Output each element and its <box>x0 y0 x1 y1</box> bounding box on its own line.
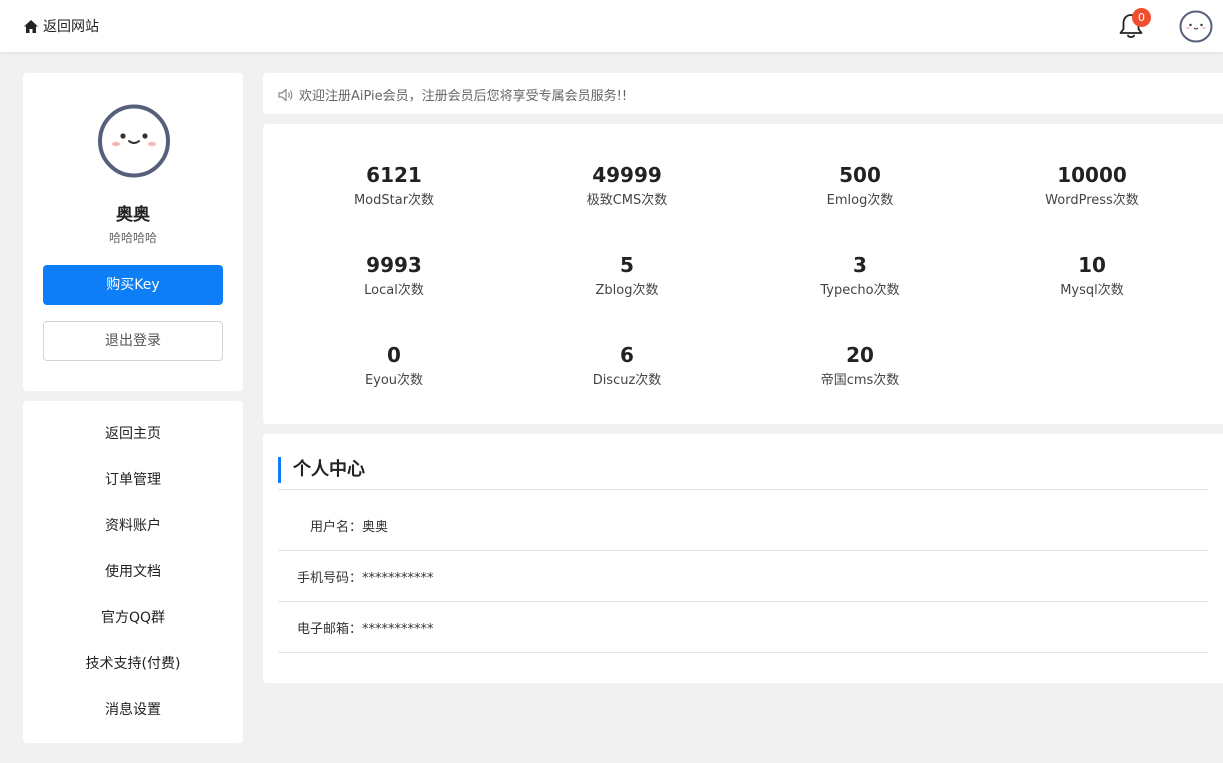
field-phone: 手机号码：*********** <box>278 567 1208 586</box>
field-value: *********** <box>362 571 434 586</box>
menu-item-tech-support[interactable]: 技术支持(付费) <box>23 652 243 676</box>
notice-bar: 欢迎注册AiPie会员，注册会员后您将享受专属会员服务!! <box>263 73 1223 114</box>
menu-item-docs[interactable]: 使用文档 <box>23 560 243 584</box>
stat-label: ModStar次数 <box>353 193 435 208</box>
notice-text: 欢迎注册AiPie会员，注册会员后您将享受专属会员服务!! <box>299 89 628 104</box>
stat-local: 9993 Local次数 <box>278 252 510 298</box>
stat-jizhi-cms: 49999 极致CMS次数 <box>511 162 743 208</box>
stat-emlog: 500 Emlog次数 <box>744 162 976 208</box>
stat-value: 10 <box>1078 253 1106 277</box>
stat-value: 0 <box>387 343 401 367</box>
usage-stats-card: 6121 ModStar次数 49999 极致CMS次数 500 Emlog次数… <box>263 124 1223 424</box>
stat-value: 6121 <box>366 163 422 187</box>
field-label: 手机号码： <box>296 571 362 586</box>
field-value: *********** <box>362 622 434 637</box>
menu-item-orders[interactable]: 订单管理 <box>23 468 243 492</box>
stat-typecho: 3 Typecho次数 <box>744 252 976 298</box>
profile-card: 奥奥 哈哈哈哈 购买Key 退出登录 <box>23 73 243 391</box>
stat-value: 10000 <box>1057 163 1127 187</box>
stat-eyou: 0 Eyou次数 <box>278 342 510 388</box>
stat-value: 20 <box>846 343 874 367</box>
field-value: 奥奥 <box>362 520 389 535</box>
stat-wordpress: 10000 WordPress次数 <box>976 162 1208 208</box>
stat-label: Local次数 <box>364 283 424 298</box>
user-avatar-icon[interactable] <box>1179 9 1213 43</box>
speaker-icon <box>278 88 293 101</box>
stat-zblog: 5 Zblog次数 <box>511 252 743 298</box>
logout-button[interactable]: 退出登录 <box>43 321 223 361</box>
stat-label: Discuz次数 <box>592 373 662 388</box>
field-label: 用户名： <box>309 520 362 535</box>
top-bar: 返回网站 0 <box>0 0 1223 52</box>
stat-value: 49999 <box>592 163 662 187</box>
stat-modstar: 6121 ModStar次数 <box>278 162 510 208</box>
stat-label: Eyou次数 <box>364 373 424 388</box>
stat-label: WordPress次数 <box>1045 193 1139 208</box>
home-icon <box>24 19 38 33</box>
stat-label: Zblog次数 <box>595 283 659 298</box>
menu-item-qq-group[interactable]: 官方QQ群 <box>23 606 243 630</box>
stat-value: 9993 <box>366 253 422 277</box>
stat-label: Typecho次数 <box>820 283 900 298</box>
back-to-site-link[interactable]: 返回网站 <box>24 16 99 36</box>
notice-content: 欢迎注册AiPie会员，注册会员后您将享受专属会员服务!! <box>278 85 627 104</box>
side-menu: 返回主页 订单管理 资料账户 使用文档 官方QQ群 技术支持(付费) 消息设置 <box>23 401 243 743</box>
divider <box>278 489 1208 490</box>
back-to-site-label: 返回网站 <box>43 19 99 35</box>
stat-label: 极致CMS次数 <box>586 193 668 208</box>
stat-label: Mysql次数 <box>1060 283 1124 298</box>
menu-item-message-settings[interactable]: 消息设置 <box>23 698 243 722</box>
field-username: 用户名：奥奥 <box>278 516 1208 535</box>
profile-name: 奥奥 <box>116 205 150 225</box>
stat-discuz: 6 Discuz次数 <box>511 342 743 388</box>
profile-signature: 哈哈哈哈 <box>108 231 157 245</box>
menu-item-home[interactable]: 返回主页 <box>23 422 243 446</box>
field-email: 电子邮箱：*********** <box>278 618 1208 637</box>
divider <box>278 652 1208 653</box>
profile-avatar-icon <box>98 104 170 178</box>
divider <box>278 601 1208 602</box>
buy-key-button[interactable]: 购买Key <box>43 265 223 305</box>
personal-center-title: 个人中心 <box>278 457 365 483</box>
field-label: 电子邮箱： <box>296 622 362 637</box>
stat-label: 帝国cms次数 <box>820 373 900 388</box>
stat-value: 3 <box>853 253 867 277</box>
stat-label: Emlog次数 <box>826 193 894 208</box>
stat-value: 5 <box>620 253 634 277</box>
stat-mysql: 10 Mysql次数 <box>976 252 1208 298</box>
divider <box>278 550 1208 551</box>
stat-diguo-cms: 20 帝国cms次数 <box>744 342 976 388</box>
menu-item-account[interactable]: 资料账户 <box>23 514 243 538</box>
stat-value: 6 <box>620 343 634 367</box>
personal-center-card: 个人中心 用户名：奥奥 手机号码：*********** 电子邮箱：******… <box>263 434 1223 683</box>
notification-badge: 0 <box>1132 8 1151 27</box>
stat-value: 500 <box>839 163 881 187</box>
